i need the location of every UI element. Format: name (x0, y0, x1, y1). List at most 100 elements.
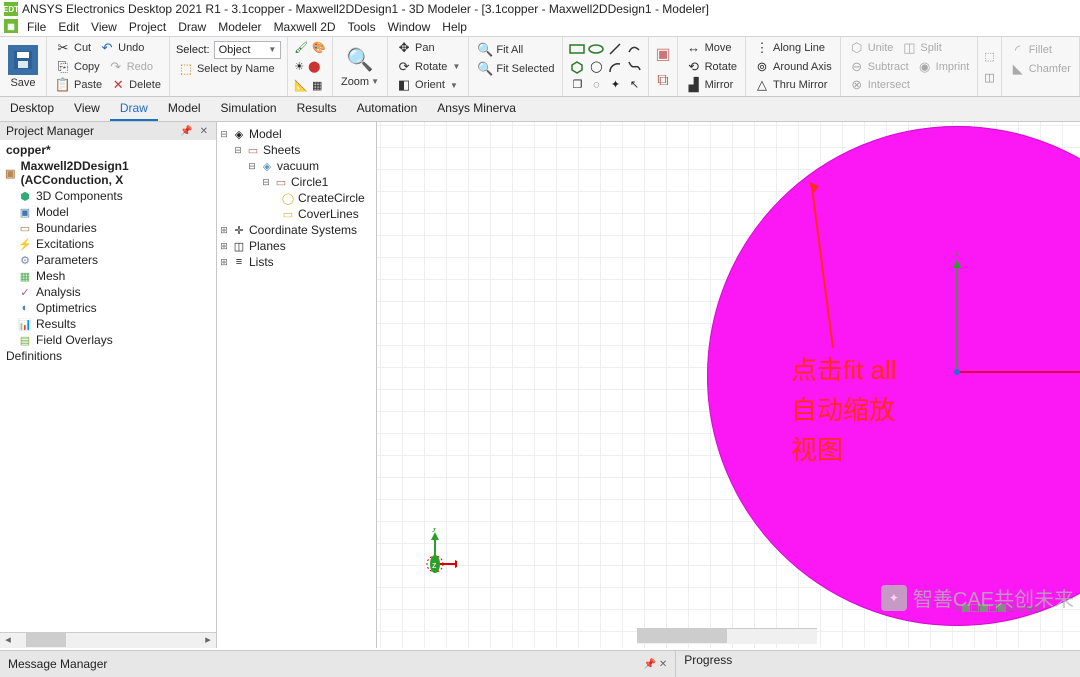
rotate-button[interactable]: ⟲Rotate (684, 59, 739, 75)
pm-definitions[interactable]: Definitions (2, 348, 214, 364)
separate-icon[interactable]: ◫ (984, 71, 994, 84)
globe-icon[interactable]: ☀ (294, 60, 304, 73)
mirror-button[interactable]: ▟Mirror (684, 77, 736, 93)
rotate-view-button[interactable]: ⟳Rotate▼ (394, 59, 462, 75)
line-tool[interactable] (607, 41, 623, 57)
save-button[interactable]: Save (6, 39, 40, 94)
ellipse-tool[interactable] (588, 41, 604, 57)
param-icon: ⚙ (18, 253, 32, 267)
spline-tool[interactable] (626, 41, 642, 57)
pm-design[interactable]: ▣Maxwell2DDesign1 (ACConduction, X (2, 158, 214, 188)
tree-sheets[interactable]: ⊟▭Sheets (219, 142, 374, 158)
split-button[interactable]: ◫Split (899, 40, 943, 56)
unite-button[interactable]: ⬡Unite (847, 40, 896, 56)
cursor-tool[interactable]: ↖ (626, 77, 642, 93)
brush-icon[interactable]: 🖌 (294, 41, 308, 54)
panel-close[interactable]: 📌 ✕ (644, 659, 668, 670)
pan-button[interactable]: ✥Pan (394, 40, 437, 56)
pm-model[interactable]: ▣Model (2, 204, 214, 220)
grid-icon[interactable]: ▦ (312, 79, 322, 92)
tree-createcircle[interactable]: ◯CreateCircle (219, 190, 374, 206)
tab-automation[interactable]: Automation (347, 97, 428, 121)
tab-desktop[interactable]: Desktop (0, 97, 64, 121)
orientation-widget[interactable]: y x z (407, 528, 457, 578)
ribbon-group-save: Save (0, 37, 47, 96)
viewport-scrollbar[interactable] (637, 628, 817, 644)
tree-coverlines[interactable]: ▭CoverLines (219, 206, 374, 222)
zoom-button[interactable]: 🔍 Zoom▼ (339, 39, 381, 94)
misc-tool[interactable]: ◯ (588, 59, 604, 75)
menu-draw[interactable]: Draw (173, 19, 211, 35)
tree-coord[interactable]: ⊞✛Coordinate Systems (219, 222, 374, 238)
pm-mesh[interactable]: ▦Mesh (2, 268, 214, 284)
menu-file[interactable]: File (22, 19, 51, 35)
fit-selected-button[interactable]: 🔍Fit Selected (475, 61, 556, 77)
tab-simulation[interactable]: Simulation (211, 97, 287, 121)
menu-edit[interactable]: Edit (53, 19, 84, 35)
tree-model[interactable]: ⊟◈Model (219, 126, 374, 142)
thru-mirror-button[interactable]: △Thru Mirror (752, 77, 829, 93)
tab-ansys-minerva[interactable]: Ansys Minerva (427, 97, 526, 121)
menu-project[interactable]: Project (124, 19, 171, 35)
project-manager-tree[interactable]: copper* ▣Maxwell2DDesign1 (ACConduction,… (0, 140, 216, 648)
select-mode-dropdown[interactable]: Object▼ (214, 41, 282, 59)
pm-project[interactable]: copper* (2, 142, 214, 158)
move-button[interactable]: ↔Move (684, 40, 734, 56)
pm-optimetrics[interactable]: ◐Optimetrics (2, 300, 214, 316)
copy-button[interactable]: ⎘Copy (53, 59, 102, 75)
pm-excitations[interactable]: ⚡Excitations (2, 236, 214, 252)
rect-tool[interactable] (569, 41, 585, 57)
tab-model[interactable]: Model (158, 97, 211, 121)
imprint-button[interactable]: ◉Imprint (915, 59, 972, 75)
subtract-button[interactable]: ⊖Subtract (847, 59, 911, 75)
tree-vacuum[interactable]: ⊟◈vacuum (219, 158, 374, 174)
fit-all-button[interactable]: 🔍Fit All (475, 42, 525, 58)
cut-button[interactable]: ✂Cut (53, 40, 93, 56)
chamfer-button[interactable]: ◣Chamfer (1008, 61, 1073, 77)
fillet-button[interactable]: ◜Fillet (1008, 42, 1054, 58)
tab-draw[interactable]: Draw (110, 97, 158, 121)
menu-modeler[interactable]: Modeler (213, 19, 266, 35)
around-axis-button[interactable]: ⊚Around Axis (752, 59, 834, 75)
tree-planes[interactable]: ⊞◫Planes (219, 238, 374, 254)
pm-analysis[interactable]: ✓Analysis (2, 284, 214, 300)
along-line-button[interactable]: ⋮Along Line (752, 40, 827, 56)
intersect-button[interactable]: ⊗Intersect (847, 77, 912, 93)
delete-button[interactable]: ✕Delete (108, 77, 163, 93)
pm-results[interactable]: 📊Results (2, 316, 214, 332)
menu-maxwell2d[interactable]: Maxwell 2D (269, 19, 341, 35)
hex-tool[interactable] (569, 59, 585, 75)
label-tool[interactable]: ❐ (569, 77, 585, 93)
redo-button[interactable]: ↷Redo (106, 59, 155, 75)
panel-controls[interactable]: 📌 ✕ (180, 126, 210, 137)
pm-boundaries[interactable]: ▭Boundaries (2, 220, 214, 236)
color-icon[interactable]: ⬤ (308, 60, 320, 73)
spray-icon[interactable]: 🎨 (312, 41, 326, 54)
menu-window[interactable]: Window (383, 19, 436, 35)
menu-view[interactable]: View (86, 19, 122, 35)
orient-button[interactable]: ◧Orient▼ (394, 77, 460, 93)
select-by-name-button[interactable]: ⬚Select by Name (176, 61, 277, 77)
pm-3dcomponents[interactable]: ⬢3D Components (2, 188, 214, 204)
arc-tool[interactable] (607, 59, 623, 75)
viewport-3d[interactable]: X Y 点击fit all 自动缩放 视图 y x z (377, 122, 1080, 648)
pm-parameters[interactable]: ⚙Parameters (2, 252, 214, 268)
tab-results[interactable]: Results (287, 97, 347, 121)
undo-button[interactable]: ↶Undo (97, 40, 146, 56)
misc2-tool[interactable]: ◌ (588, 77, 604, 93)
pm-field-overlays[interactable]: ▤Field Overlays (2, 332, 214, 348)
split-label: Split (920, 42, 941, 54)
paste-button[interactable]: 📋Paste (53, 77, 104, 93)
sweep-icon[interactable]: ⧉ (657, 72, 668, 90)
menu-tools[interactable]: Tools (343, 19, 381, 35)
measure-icon[interactable]: 📐 (294, 79, 308, 92)
tree-lists[interactable]: ⊞≡Lists (219, 254, 374, 270)
wrap-icon[interactable]: ⬚ (984, 50, 994, 63)
curve2-tool[interactable] (626, 59, 642, 75)
pm-scrollbar[interactable]: ◂▸ (0, 632, 216, 648)
tab-view[interactable]: View (64, 97, 110, 121)
menu-help[interactable]: Help (437, 19, 472, 35)
point-tool[interactable]: ✦ (607, 77, 623, 93)
tree-circle1[interactable]: ⊟▭Circle1 (219, 174, 374, 190)
box-icon[interactable]: ▣ (655, 44, 670, 64)
